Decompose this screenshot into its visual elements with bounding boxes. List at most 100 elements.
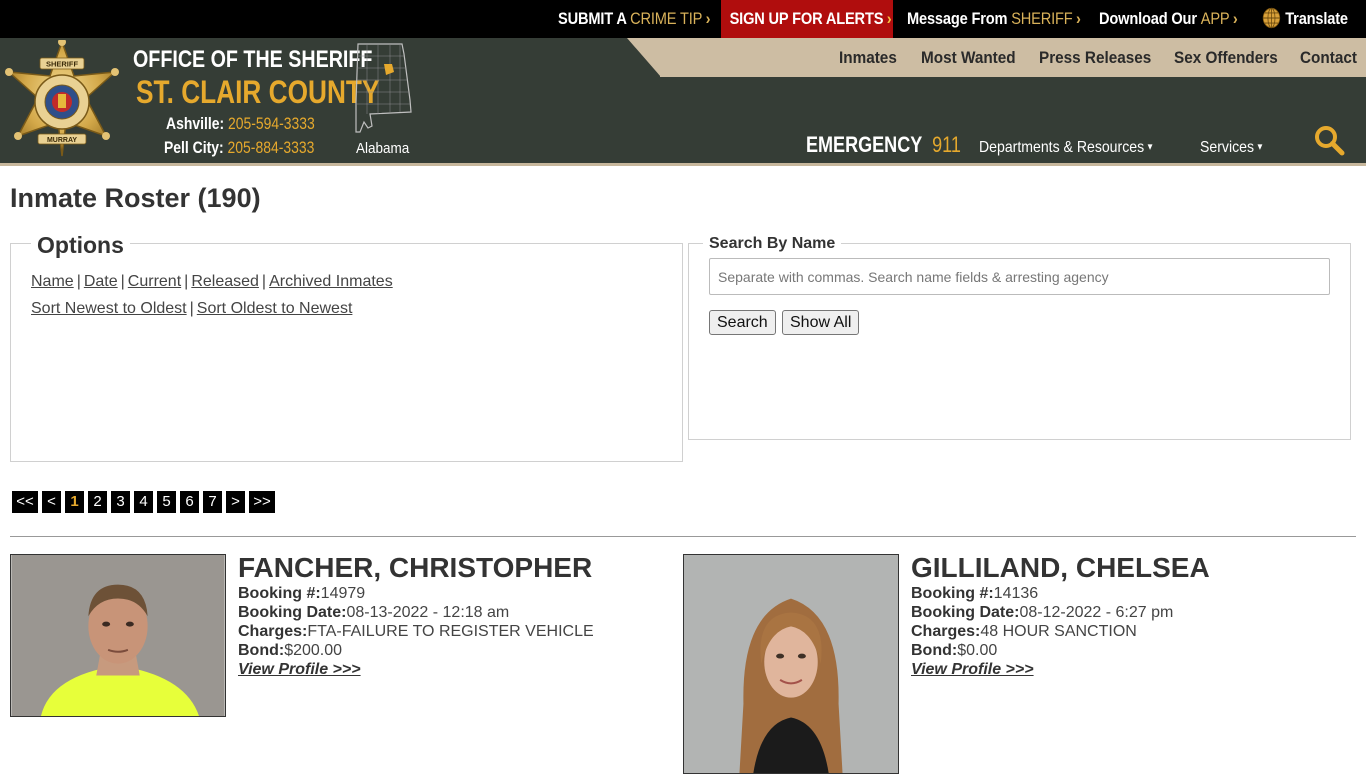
inmate-photo[interactable] <box>683 554 899 774</box>
separator: | <box>189 300 194 317</box>
field-value: 14979 <box>320 585 366 602</box>
bond: Bond:$200.00 <box>238 641 594 660</box>
chevron-right-icon: › <box>1076 9 1081 28</box>
filter-name-link[interactable]: Name <box>31 273 74 290</box>
charges: Charges:48 HOUR SANCTION <box>911 622 1210 641</box>
phone-label: Pell City: <box>164 138 224 157</box>
inmate-photo[interactable] <box>10 554 226 717</box>
field-value: $200.00 <box>284 642 343 659</box>
nav-inmates[interactable]: Inmates <box>839 38 897 77</box>
phone-number[interactable]: 205-594-3333 <box>228 114 315 133</box>
page-5[interactable]: 5 <box>157 491 176 513</box>
phone-label: Ashville: <box>166 114 225 133</box>
filter-archived-link[interactable]: Archived Inmates <box>269 273 393 290</box>
translate-button[interactable]: Translate <box>1262 0 1348 38</box>
filter-current-link[interactable]: Current <box>128 273 181 290</box>
page-4[interactable]: 4 <box>134 491 153 513</box>
site-header: Inmates Most Wanted Press Releases Sex O… <box>0 38 1366 166</box>
svg-text:SHERIFF: SHERIFF <box>46 60 79 69</box>
view-profile-link[interactable]: View Profile >>> <box>238 661 361 678</box>
nav-contact[interactable]: Contact <box>1300 38 1357 77</box>
separator: | <box>184 273 189 290</box>
page-6[interactable]: 6 <box>180 491 199 513</box>
charges: Charges:FTA-FAILURE TO REGISTER VEHICLE <box>238 622 594 641</box>
globe-icon <box>1262 7 1281 29</box>
org-title: OFFICE OF THE SHERIFF <box>133 46 373 73</box>
main-nav: Inmates Most Wanted Press Releases Sex O… <box>660 38 1366 77</box>
field-label: Bond: <box>911 642 958 659</box>
show-all-button[interactable]: Show All <box>782 310 860 335</box>
page-prev[interactable]: < <box>42 491 61 513</box>
field-label: Booking #: <box>911 585 994 602</box>
services-label: Services <box>1200 139 1254 156</box>
page-1[interactable]: 1 <box>65 491 84 513</box>
field-label: Booking #: <box>238 585 321 602</box>
phone-number[interactable]: 205-884-3333 <box>228 138 315 157</box>
page-title: Inmate Roster (190) <box>10 183 261 213</box>
search-input[interactable] <box>709 258 1330 295</box>
field-label: Bond: <box>238 642 285 659</box>
field-value: $0.00 <box>957 642 998 659</box>
field-value: 08-12-2022 - 6:27 pm <box>1019 604 1174 621</box>
filter-links: Name | Date | Current | Released | Archived Inma… <box>31 273 393 291</box>
sort-links: Sort Newest to Oldest | Sort Oldest to New… <box>31 300 352 318</box>
utility-bar: SUBMIT A CRIME TIP › SIGN UP FOR ALERTS › … <box>0 0 1366 38</box>
options-panel: Options Name | Date | Current | Released | Archi… <box>10 232 683 462</box>
nav-most-wanted[interactable]: Most Wanted <box>921 38 1016 77</box>
page-next[interactable]: > <box>226 491 245 513</box>
chevron-down-icon: ▾ <box>1257 141 1263 153</box>
field-value: FTA-FAILURE TO REGISTER VEHICLE <box>307 623 594 640</box>
field-value: 48 HOUR SANCTION <box>980 623 1137 640</box>
separator: | <box>120 273 125 290</box>
separator: | <box>261 273 267 290</box>
filter-date-link[interactable]: Date <box>84 273 118 290</box>
sheriff-badge-logo[interactable]: SHERIFF MURRAY <box>2 40 122 158</box>
divider <box>10 536 1356 537</box>
county-name: ST. CLAIR COUNTY <box>136 74 380 110</box>
alerts-signup-link[interactable]: SIGN UP FOR ALERTS › <box>721 0 893 38</box>
sort-oldest-link[interactable]: Sort Oldest to Newest <box>197 300 353 317</box>
crime-tip-link[interactable]: SUBMIT A CRIME TIP › <box>558 0 711 38</box>
inmate-info: FANCHER, CHRISTOPHER Booking #:14979 Boo… <box>238 554 594 679</box>
departments-label: Departments & Resources <box>979 139 1145 156</box>
inmate-name: FANCHER, CHRISTOPHER <box>238 552 593 583</box>
download-app-link[interactable]: Download Our APP › <box>1099 0 1238 38</box>
view-profile-link[interactable]: View Profile >>> <box>911 661 1034 678</box>
chevron-down-icon: ▾ <box>1147 141 1153 153</box>
inmate-info: GILLILAND, CHELSEA Booking #:14136 Booki… <box>911 554 1210 679</box>
page-2[interactable]: 2 <box>88 491 107 513</box>
booking-date: Booking Date:08-13-2022 - 12:18 am <box>238 603 594 622</box>
search-legend: Search By Name <box>703 235 842 253</box>
search-button[interactable]: Search <box>709 310 776 335</box>
services-menu[interactable]: Services ▾ <box>1200 139 1262 157</box>
field-label: Booking Date: <box>238 604 347 621</box>
emergency-911[interactable]: 911 <box>932 132 961 157</box>
emergency-number: EMERGENCY 911 <box>806 132 961 158</box>
sort-newest-link[interactable]: Sort Newest to Oldest <box>31 300 187 317</box>
alabama-map-icon <box>355 43 412 133</box>
search-icon[interactable] <box>1313 124 1345 156</box>
phone-pell-city: Pell City: 205-884-3333 <box>164 138 314 158</box>
separator: | <box>76 273 81 290</box>
nav-sex-offenders[interactable]: Sex Offenders <box>1174 38 1278 77</box>
booking-number: Booking #:14979 <box>238 584 594 603</box>
field-label: Booking Date: <box>911 604 1020 621</box>
departments-menu[interactable]: Departments & Resources ▾ <box>979 139 1153 157</box>
search-panel: Search By Name Search Show All <box>688 235 1351 440</box>
sheriff-message-link[interactable]: Message From SHERIFF › <box>907 0 1081 38</box>
page-first[interactable]: << <box>12 491 38 513</box>
crime-tip-prefix: SUBMIT A <box>558 9 627 28</box>
crime-tip-label: CRIME TIP <box>630 9 703 28</box>
emergency-label: EMERGENCY <box>806 132 923 157</box>
state-label: Alabama <box>356 140 410 157</box>
page-3[interactable]: 3 <box>111 491 130 513</box>
page-7[interactable]: 7 <box>203 491 222 513</box>
download-label: APP <box>1200 9 1230 28</box>
nav-press-releases[interactable]: Press Releases <box>1039 38 1151 77</box>
page-last[interactable]: >> <box>249 491 275 513</box>
message-prefix: Message From <box>907 9 1008 28</box>
alerts-label: SIGN UP FOR ALERTS <box>729 9 884 28</box>
phone-ashville: Ashville: 205-594-3333 <box>166 114 315 134</box>
filter-released-link[interactable]: Released <box>191 273 259 290</box>
booking-number: Booking #:14136 <box>911 584 1210 603</box>
